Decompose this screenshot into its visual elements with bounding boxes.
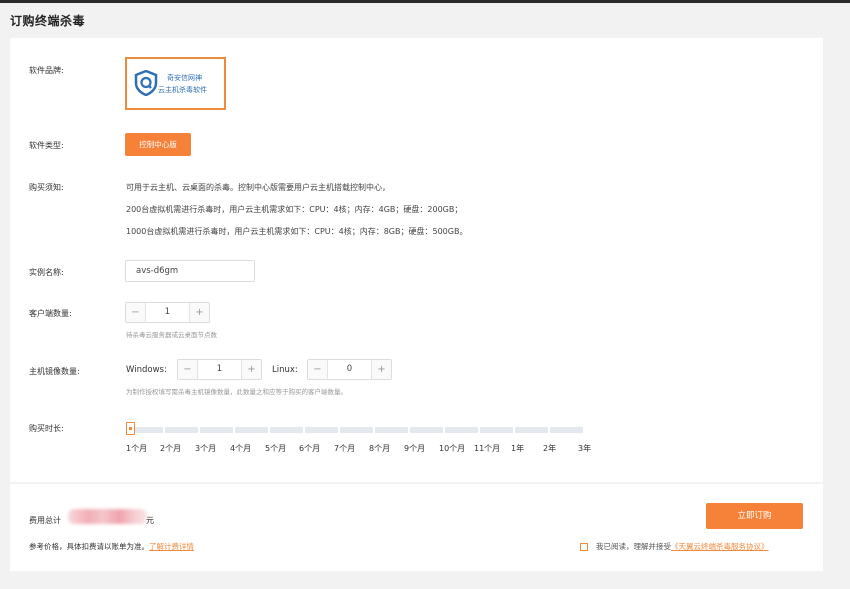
reference-text: 参考价格，具体扣费请以账单为准。 [29, 542, 149, 551]
duration-track-segment[interactable] [235, 427, 268, 433]
reference-note: 参考价格，具体扣费请以账单为准。了解计费详情 [29, 541, 194, 552]
linux-stepper[interactable]: − 0 + [307, 359, 392, 380]
plus-icon[interactable]: + [241, 360, 261, 379]
duration-tick[interactable]: 5个月 [265, 443, 286, 454]
fee-amount-blurred [68, 509, 147, 524]
duration-tick[interactable]: 2个月 [160, 443, 181, 454]
duration-track-segment[interactable] [480, 427, 513, 433]
duration-tick[interactable]: 3个月 [195, 443, 216, 454]
agreement-row: 我已阅读，理解并接受 《天翼云终端杀毒服务协议》 [580, 541, 769, 552]
software-type-label: 软件类型: [29, 141, 64, 150]
minus-icon[interactable]: − [126, 303, 146, 322]
shield-q-icon [134, 70, 158, 96]
duration-tick[interactable]: 2年 [543, 443, 556, 454]
instance-label: 实例名称: [29, 268, 64, 277]
clients-stepper[interactable]: − 1 + [125, 302, 210, 323]
minus-icon[interactable]: − [178, 360, 198, 379]
notice-line-1: 可用于云主机、云桌面的杀毒。控制中心版需要用户云主机搭载控制中心， [126, 183, 390, 192]
agreement-checkbox[interactable] [580, 542, 588, 551]
minus-icon[interactable]: − [308, 360, 328, 379]
duration-slider-handle[interactable] [126, 422, 135, 435]
top-bar [0, 0, 850, 3]
agreement-text: 我已阅读，理解并接受 [596, 542, 671, 551]
duration-tick[interactable]: 8个月 [369, 443, 390, 454]
order-now-button[interactable]: 立即订购 [706, 503, 803, 529]
notice-line-3: 1000台虚拟机需进行杀毒时，用户云主机需求如下：CPU：4核；内存：8GB；硬… [126, 227, 468, 236]
duration-track-segment[interactable] [340, 427, 373, 433]
images-hint: 为制作授权填写需杀毒主机镜像数量，此数量之和应等于购买的客户端数量。 [126, 388, 347, 396]
page-title: 订购终端杀毒 [10, 14, 86, 28]
plus-icon[interactable]: + [371, 360, 391, 379]
clients-value[interactable]: 1 [146, 303, 189, 322]
order-form: 软件品牌: 奇安信网神 云主机杀毒软件 软件类型: 控制中心版 购买须知: 可用… [10, 38, 823, 482]
windows-value[interactable]: 1 [198, 360, 241, 379]
duration-track-segment[interactable] [410, 427, 443, 433]
brand-logo-line1: 奇安信网神 [167, 74, 202, 82]
brand-logo-line2: 云主机杀毒软件 [158, 86, 207, 94]
pricing-details-link[interactable]: 了解计费详情 [149, 542, 194, 551]
order-footer: 费用总计 元 参考价格，具体扣费请以账单为准。了解计费详情 立即订购 我已阅读，… [10, 484, 823, 571]
notice-line-2: 200台虚拟机需进行杀毒时，用户云主机需求如下：CPU：4核；内存：4GB；硬盘… [126, 205, 463, 214]
fee-label: 费用总计 [29, 516, 61, 525]
duration-label: 购买时长: [29, 424, 64, 433]
duration-track-segment[interactable] [200, 427, 233, 433]
duration-track-segment[interactable] [270, 427, 303, 433]
clients-label: 客户端数量: [29, 309, 72, 318]
windows-stepper[interactable]: − 1 + [177, 359, 262, 380]
duration-tick[interactable]: 1年 [511, 443, 524, 454]
duration-tick[interactable]: 6个月 [299, 443, 320, 454]
notice-label: 购买须知: [29, 183, 64, 192]
duration-tick[interactable]: 10个月 [439, 443, 465, 454]
control-center-button[interactable]: 控制中心版 [125, 133, 191, 156]
duration-tick[interactable]: 1个月 [126, 443, 147, 454]
brand-option[interactable]: 奇安信网神 云主机杀毒软件 [125, 57, 226, 110]
images-label: 主机镜像数量: [29, 367, 80, 376]
fee-currency: 元 [146, 516, 154, 525]
duration-track-segment[interactable] [165, 427, 198, 433]
windows-label: Windows: [126, 365, 167, 375]
duration-track-segment[interactable] [445, 427, 478, 433]
plus-icon[interactable]: + [189, 303, 209, 322]
duration-tick[interactable]: 4个月 [230, 443, 251, 454]
instance-name-input[interactable] [125, 260, 255, 282]
duration-track-segment[interactable] [375, 427, 408, 433]
duration-track-segment[interactable] [515, 427, 548, 433]
duration-tick[interactable]: 9个月 [404, 443, 425, 454]
clients-hint: 待杀毒云服务器或云桌面节点数 [126, 331, 217, 339]
duration-tick[interactable]: 11个月 [474, 443, 500, 454]
linux-label: Linux: [272, 365, 298, 375]
duration-track-segment[interactable] [550, 427, 583, 433]
duration-track-segment[interactable] [305, 427, 338, 433]
duration-tick[interactable]: 3年 [578, 443, 591, 454]
duration-tick[interactable]: 7个月 [334, 443, 355, 454]
linux-value[interactable]: 0 [328, 360, 371, 379]
agreement-link[interactable]: 《天翼云终端杀毒服务协议》 [671, 541, 769, 552]
brand-label: 软件品牌: [29, 66, 64, 75]
